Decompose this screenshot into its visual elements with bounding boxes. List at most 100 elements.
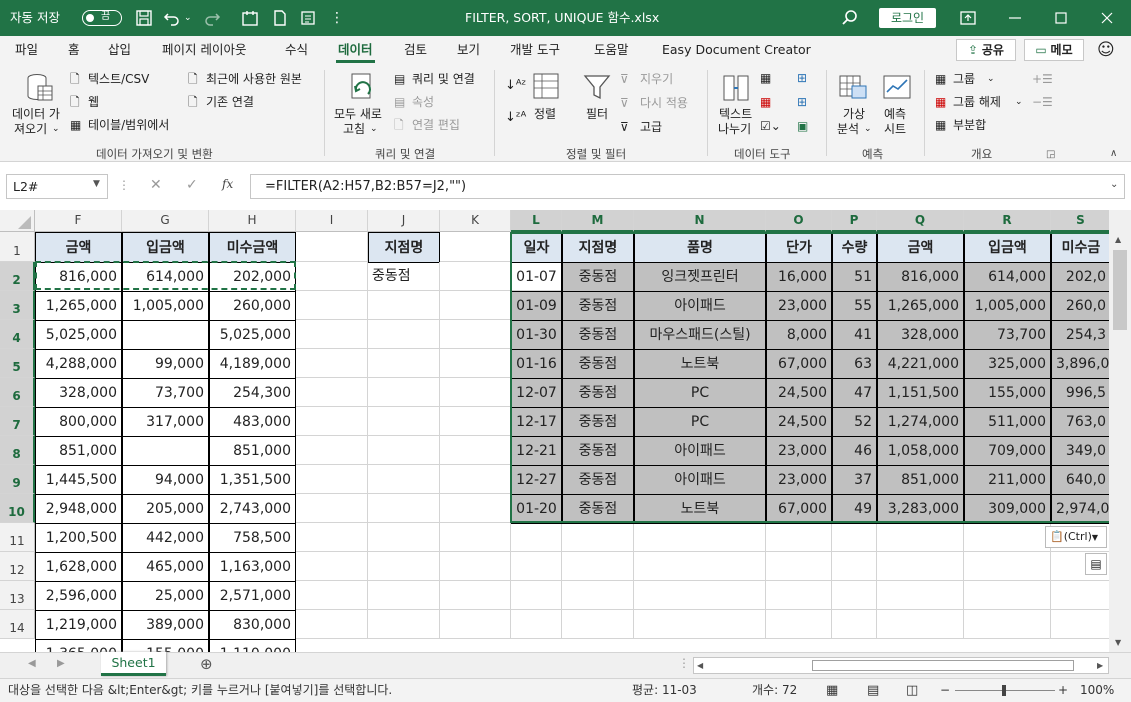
minimize-icon[interactable] <box>1005 8 1025 28</box>
column-header-g[interactable]: G <box>122 210 209 232</box>
cell[interactable] <box>440 552 511 581</box>
cell[interactable] <box>964 610 1051 639</box>
cell[interactable] <box>832 610 877 639</box>
data-cell[interactable]: 1,365,000 <box>35 639 122 652</box>
scroll-up-arrow-icon[interactable]: ▲ <box>1115 235 1121 244</box>
enter-icon[interactable]: ✓ <box>186 177 198 193</box>
cancel-icon[interactable]: ✕ <box>150 177 162 193</box>
cell[interactable] <box>766 552 832 581</box>
what-if-dropdown-icon[interactable]: ⌄ <box>864 121 872 137</box>
data-cell[interactable]: 260,000 <box>209 291 296 321</box>
cell[interactable] <box>634 523 766 552</box>
row-header-13[interactable]: 13 <box>0 581 35 610</box>
data-cell[interactable]: 483,000 <box>209 407 296 437</box>
reapply-button[interactable]: 다시 적용 <box>640 95 688 111</box>
zoom-out-icon[interactable]: − <box>940 679 950 702</box>
cell[interactable] <box>877 610 964 639</box>
cell[interactable] <box>368 436 440 465</box>
data-cell[interactable]: 2,743,000 <box>209 494 296 524</box>
cell[interactable] <box>368 523 440 552</box>
page-break-view-icon[interactable]: ◫ <box>906 679 918 702</box>
data-cell[interactable]: 1,265,000 <box>35 291 122 321</box>
what-if-label-1[interactable]: 가상 <box>843 106 865 122</box>
cell[interactable] <box>296 232 368 262</box>
column-header-p[interactable]: P <box>832 210 877 232</box>
cell[interactable] <box>634 581 766 610</box>
ungroup-dropdown-icon[interactable]: ⌄ <box>1015 94 1023 110</box>
data-cell[interactable]: 25,000 <box>122 581 209 611</box>
relationships-icon[interactable]: ⊞ <box>797 94 807 110</box>
what-if-label-2[interactable]: 분석 <box>837 121 859 137</box>
data-cell[interactable]: 4,189,000 <box>209 349 296 379</box>
data-cell[interactable]: 1,200,500 <box>35 523 122 553</box>
row-header-10[interactable]: 10 <box>0 494 35 523</box>
sort-descending-icon[interactable]: ↓ᶻᴬ <box>505 110 526 126</box>
advanced-button[interactable]: 고급 <box>640 119 662 135</box>
cell[interactable] <box>296 494 368 523</box>
row-header-7[interactable]: 7 <box>0 407 35 436</box>
cell[interactable] <box>766 581 832 610</box>
group-dropdown-icon[interactable]: ⌄ <box>987 71 995 87</box>
cell[interactable] <box>440 232 511 262</box>
data-cell[interactable]: 2,571,000 <box>209 581 296 611</box>
ungroup-button[interactable]: 그룹 해제 <box>953 94 1001 110</box>
column-header-k[interactable]: K <box>440 210 511 232</box>
row-header-9[interactable]: 9 <box>0 465 35 494</box>
data-cell[interactable]: 1,163,000 <box>209 552 296 582</box>
column-header-n[interactable]: N <box>634 210 766 232</box>
clear-button[interactable]: 지우기 <box>640 71 673 87</box>
cell[interactable] <box>368 552 440 581</box>
row-header-6[interactable]: 6 <box>0 378 35 407</box>
data-cell[interactable]: 1,628,000 <box>35 552 122 582</box>
data-cell[interactable]: 328,000 <box>35 378 122 408</box>
branch-criteria-cell[interactable]: 중동점 <box>368 262 440 291</box>
queries-connections-button[interactable]: 쿼리 및 연결 <box>412 71 475 87</box>
data-cell[interactable]: 389,000 <box>122 610 209 640</box>
column-header-o[interactable]: O <box>766 210 832 232</box>
document-icon[interactable] <box>270 8 290 28</box>
data-cell[interactable]: 1,219,000 <box>35 610 122 640</box>
row-header-1[interactable]: 1 <box>0 232 35 262</box>
cell[interactable] <box>296 610 368 639</box>
data-cell[interactable]: 800,000 <box>35 407 122 437</box>
cell[interactable] <box>296 349 368 378</box>
tab-easy-document-creator[interactable]: Easy Document Creator <box>662 36 811 64</box>
tab-formulas[interactable]: 수식 <box>285 36 308 64</box>
data-cell[interactable]: 442,000 <box>122 523 209 553</box>
row-header-4[interactable]: 4 <box>0 320 35 349</box>
data-cell[interactable]: 2,948,000 <box>35 494 122 524</box>
cell[interactable] <box>832 552 877 581</box>
zoom-level[interactable]: 100% <box>1080 679 1114 702</box>
refresh-all-label-1[interactable]: 모두 새로 <box>334 106 382 122</box>
filter-button[interactable]: 필터 <box>586 106 608 122</box>
data-cell[interactable]: 99,000 <box>122 349 209 379</box>
data-cell[interactable]: 1,110,000 <box>209 639 296 652</box>
data-cell[interactable]: 5,025,000 <box>209 320 296 350</box>
cell[interactable] <box>964 523 1051 552</box>
cell[interactable] <box>964 581 1051 610</box>
cell[interactable] <box>440 378 511 407</box>
sort-button[interactable]: 정렬 <box>534 106 556 122</box>
tab-developer[interactable]: 개발 도구 <box>510 36 560 64</box>
select-all-corner[interactable] <box>0 210 35 232</box>
data-cell[interactable]: 94,000 <box>122 465 209 495</box>
cell[interactable] <box>296 320 368 349</box>
cell[interactable] <box>296 291 368 320</box>
cell[interactable] <box>832 581 877 610</box>
row-header-2[interactable]: 2 <box>0 262 35 291</box>
scroll-left-arrow-icon[interactable]: ◀ <box>697 658 703 673</box>
cell[interactable] <box>368 291 440 320</box>
get-data-dropdown-icon[interactable]: ⌄ <box>52 121 60 137</box>
column-header-q[interactable]: Q <box>877 210 964 232</box>
cell[interactable] <box>440 262 511 291</box>
data-model-icon[interactable]: ▣ <box>797 118 808 134</box>
row-header-3[interactable]: 3 <box>0 291 35 320</box>
cell[interactable] <box>296 436 368 465</box>
search-icon[interactable] <box>840 8 860 28</box>
show-detail-icon[interactable]: +☰ <box>1032 71 1053 87</box>
add-sheet-icon[interactable]: ⊕ <box>200 655 213 673</box>
customize-toolbar-icon[interactable]: ⋮ <box>330 0 344 36</box>
horizontal-scroll-thumb[interactable] <box>812 660 1074 671</box>
share-button[interactable]: ⇪ 공유 <box>956 39 1016 61</box>
data-cell[interactable]: 1,445,500 <box>35 465 122 495</box>
